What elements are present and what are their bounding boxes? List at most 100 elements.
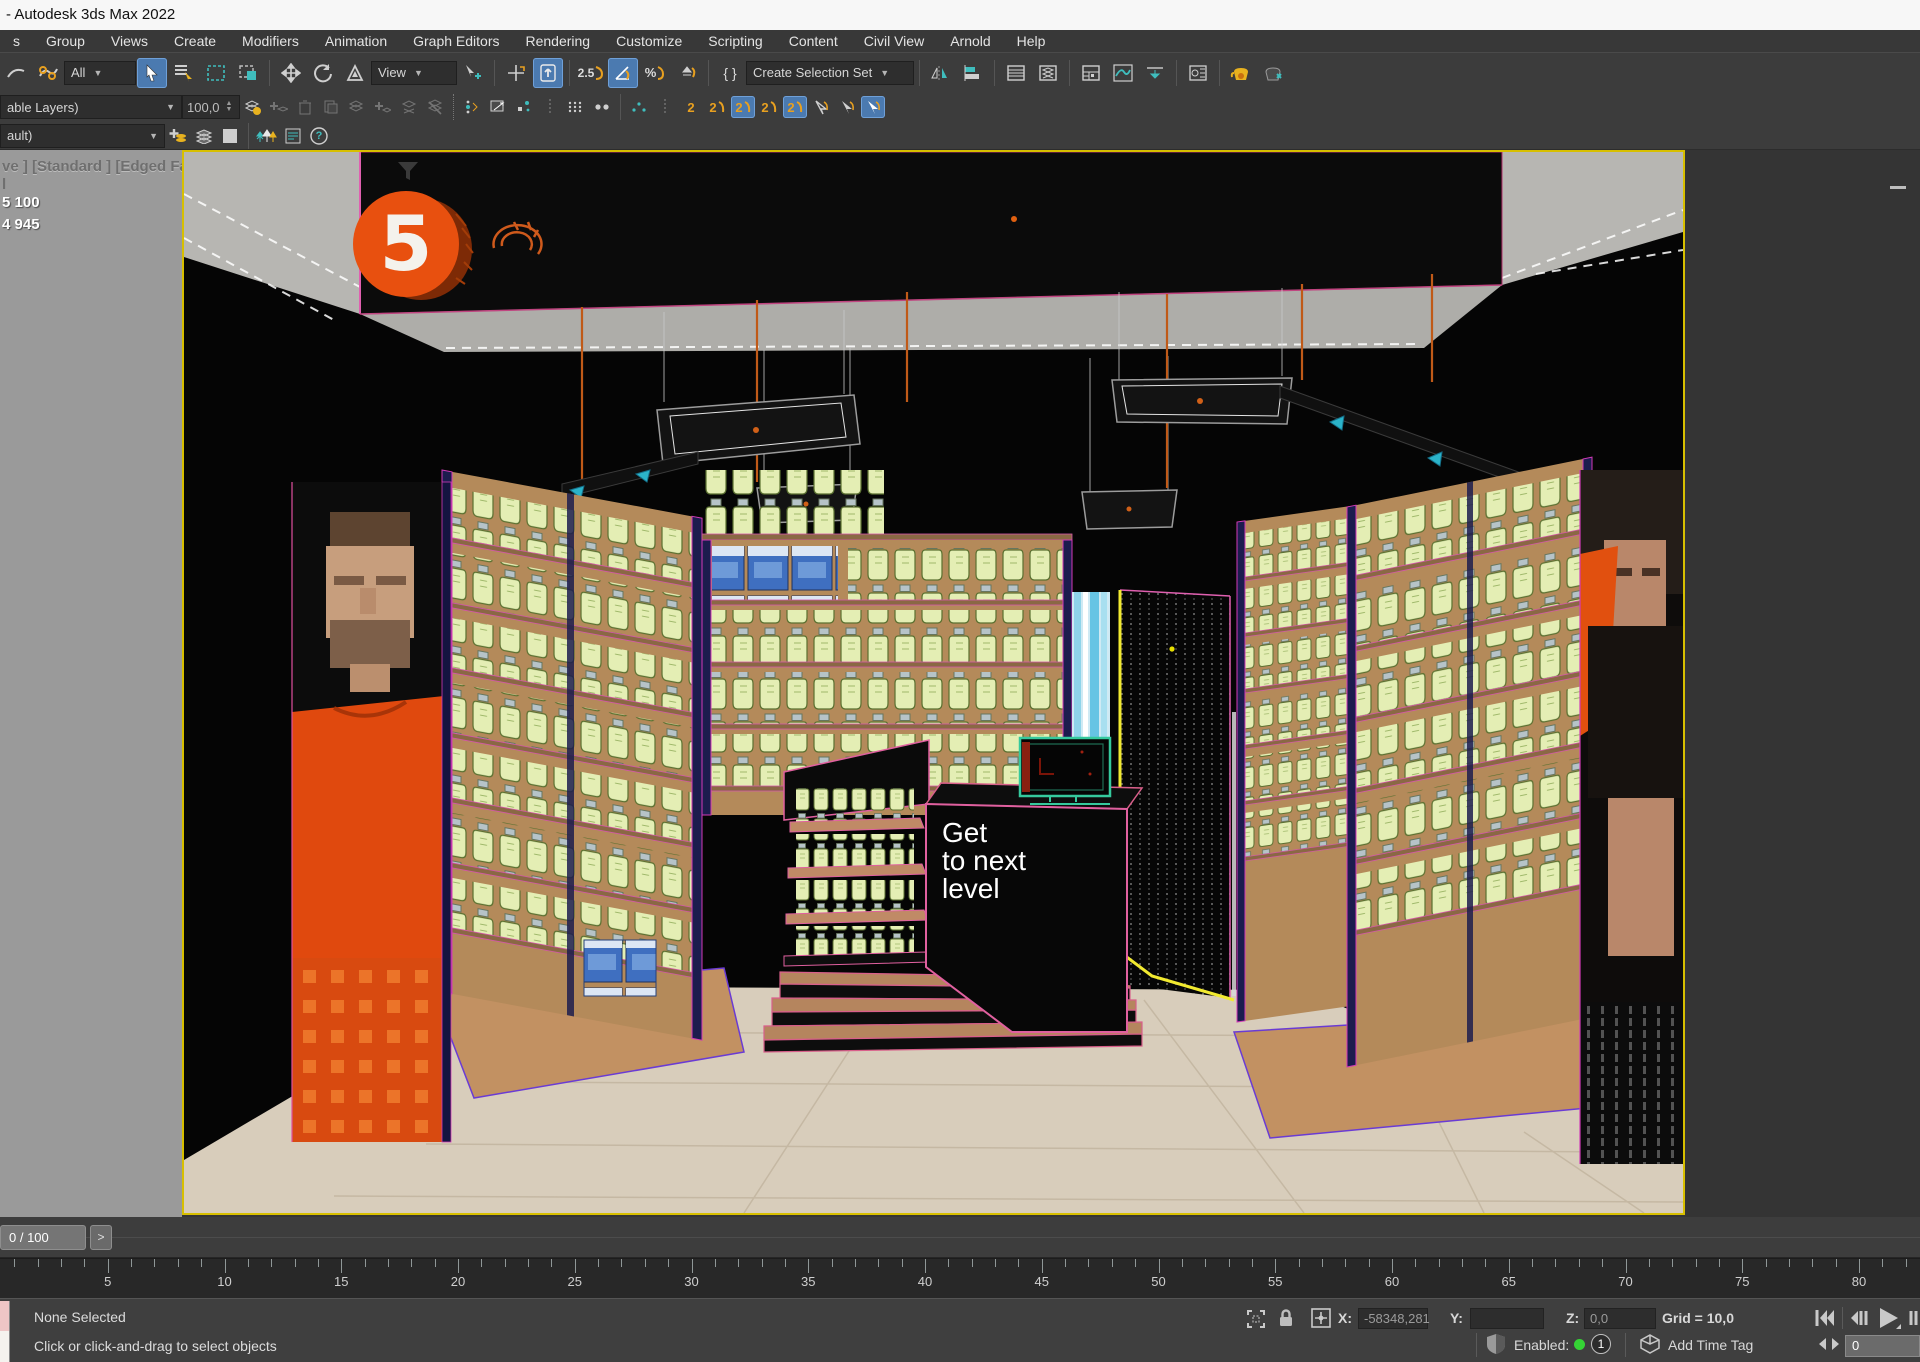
next-frame-button[interactable]: > (90, 1225, 112, 1250)
selection-filter-dropdown[interactable]: All ▼ (64, 61, 136, 85)
toggle-layer-explorer-button[interactable] (1033, 58, 1063, 88)
frame-nav-arrows-icon[interactable] (1818, 1337, 1840, 1354)
snaps-toggle-25-button[interactable]: 2.5 (576, 58, 606, 88)
hide-layer-button[interactable] (423, 96, 447, 118)
track-bar-ruler[interactable]: 5101520253035404550556065707580 (0, 1258, 1920, 1298)
layers-list-dropdown[interactable]: able Layers) ▼ (0, 95, 182, 119)
snap-2d-dots-button[interactable]: 2 (679, 96, 703, 118)
spinner-arrows-icon[interactable]: ▲▼ (226, 101, 233, 113)
angle-snap-toggle-button[interactable] (608, 58, 638, 88)
align-button[interactable] (958, 58, 988, 88)
create-layer-button[interactable] (267, 96, 291, 118)
isolate-selection-icon[interactable] (1246, 1309, 1266, 1332)
menu-item-clipped[interactable]: s (0, 30, 33, 52)
percent-snap-toggle-button[interactable]: % (640, 58, 670, 88)
transparency-spinner[interactable]: 100,0 ▲▼ (182, 95, 240, 119)
absolute-relative-coords-icon[interactable] (1311, 1308, 1331, 1331)
populate-trees-icon[interactable] (255, 125, 279, 147)
isolate-white-button[interactable] (218, 125, 242, 147)
keyboard-override-toggle[interactable] (533, 58, 563, 88)
layer-stack-button[interactable] (192, 125, 216, 147)
snap-override-active-button[interactable] (861, 96, 885, 118)
menu-item[interactable]: Content (776, 30, 851, 52)
use-pivot-center-button[interactable] (458, 58, 488, 88)
time-slider-handle[interactable]: 0 / 100 (0, 1225, 86, 1250)
current-frame-field[interactable]: 0 (1845, 1335, 1920, 1357)
maxscript-mini-listener[interactable] (0, 1301, 10, 1331)
menu-item[interactable]: Graph Editors (400, 30, 512, 52)
next-frame-button-clipped[interactable] (1908, 1307, 1920, 1332)
select-by-name-button[interactable] (169, 58, 199, 88)
go-to-start-button[interactable] (1813, 1307, 1837, 1332)
select-and-scale-button[interactable] (340, 58, 370, 88)
y-coord-field[interactable] (1470, 1308, 1544, 1329)
toggle-scene-explorer-button[interactable] (1001, 58, 1031, 88)
freeze-layer-button[interactable] (397, 96, 421, 118)
edit-named-selection-sets-button[interactable]: { } (715, 58, 745, 88)
animation-shield-icon[interactable] (1486, 1333, 1506, 1358)
add-to-layer-button[interactable] (319, 96, 343, 118)
schematic-view-button[interactable] (1140, 58, 1170, 88)
rectangular-selection-region-button[interactable] (201, 58, 231, 88)
previous-frame-button[interactable] (1848, 1307, 1870, 1332)
viewport-filter-funnel-icon[interactable] (396, 160, 420, 182)
menu-item[interactable]: Rendering (512, 30, 603, 52)
menu-item[interactable]: Customize (603, 30, 695, 52)
maxscript-mini-listener-input[interactable] (0, 1331, 10, 1362)
delete-layer-button[interactable] (293, 96, 317, 118)
reference-coordinate-dropdown[interactable]: View ▼ (371, 61, 457, 85)
mirror-button[interactable] (926, 58, 956, 88)
menu-item[interactable]: Help (1004, 30, 1059, 52)
snap-bounding-box-icon[interactable] (486, 96, 510, 118)
add-time-tag-label[interactable]: Add Time Tag (1668, 1337, 1753, 1353)
graphite-ribbon-button[interactable] (1076, 58, 1106, 88)
menu-item[interactable]: Group (33, 30, 98, 52)
enabled-count-badge[interactable]: 1 (1591, 1334, 1611, 1354)
render-setup-button[interactable] (1226, 58, 1256, 88)
select-and-move-button[interactable] (276, 58, 306, 88)
snap-cursor2-icon[interactable] (835, 96, 859, 118)
notes-list-icon[interactable] (281, 125, 305, 147)
undo-curve-icon[interactable] (1, 58, 31, 88)
play-animation-button[interactable] (1876, 1305, 1902, 1334)
select-and-link-icon[interactable] (33, 58, 63, 88)
menu-item[interactable]: Civil View (851, 30, 937, 52)
window-crossing-button[interactable] (233, 58, 263, 88)
select-and-rotate-button[interactable] (308, 58, 338, 88)
snap-grid-points-icon[interactable] (512, 96, 536, 118)
layer-manager-button[interactable] (241, 96, 265, 118)
set-current-layer-button[interactable] (371, 96, 395, 118)
snap-25d-active-button[interactable]: 2 (731, 96, 755, 118)
menu-item[interactable]: Create (161, 30, 229, 52)
secondary-viewport[interactable]: ve ] [Standard ] [Edged Faces ] l 5 100 … (0, 150, 182, 1217)
snap-angle-active-button[interactable]: 2 (783, 96, 807, 118)
curve-editor-button[interactable] (1108, 58, 1138, 88)
menu-item[interactable]: Modifiers (229, 30, 312, 52)
snap-3d-button[interactable]: 2 (757, 96, 781, 118)
time-tag-cube-icon[interactable] (1640, 1334, 1660, 1357)
add-selection-to-layer-button[interactable] (166, 125, 190, 147)
snap-midpoint-icon[interactable] (627, 96, 651, 118)
menu-item[interactable]: Scripting (695, 30, 775, 52)
selection-lock-icon[interactable] (1277, 1308, 1295, 1331)
menu-item[interactable]: Arnold (937, 30, 1003, 52)
menu-item[interactable]: Animation (312, 30, 400, 52)
snap-2d-hook-button[interactable]: 2 (705, 96, 729, 118)
snap-endpoints-icon[interactable] (590, 96, 614, 118)
named-selection-set-dropdown[interactable]: Create Selection Set ▼ (746, 61, 914, 85)
snap-grid-array-icon[interactable] (564, 96, 588, 118)
material-editor-button[interactable] (1183, 58, 1213, 88)
x-coord-field[interactable]: -58348,281 (1358, 1308, 1428, 1329)
active-layer-dropdown[interactable]: ault) ▼ (0, 124, 165, 148)
help-circle-button[interactable]: ? (307, 125, 331, 147)
select-objects-in-layer-button[interactable] (345, 96, 369, 118)
active-perspective-viewport[interactable]: 5 (182, 150, 1685, 1215)
menu-item[interactable]: Views (98, 30, 161, 52)
select-object-button[interactable] (137, 58, 167, 88)
snap-cursor-icon[interactable] (809, 96, 833, 118)
z-coord-field[interactable]: 0,0 (1584, 1308, 1656, 1329)
rendered-frame-window-button[interactable] (1258, 58, 1288, 88)
snap-pivot-icon[interactable] (460, 96, 484, 118)
spinner-snap-toggle-button[interactable] (672, 58, 702, 88)
time-slider-track[interactable] (0, 1237, 1920, 1238)
